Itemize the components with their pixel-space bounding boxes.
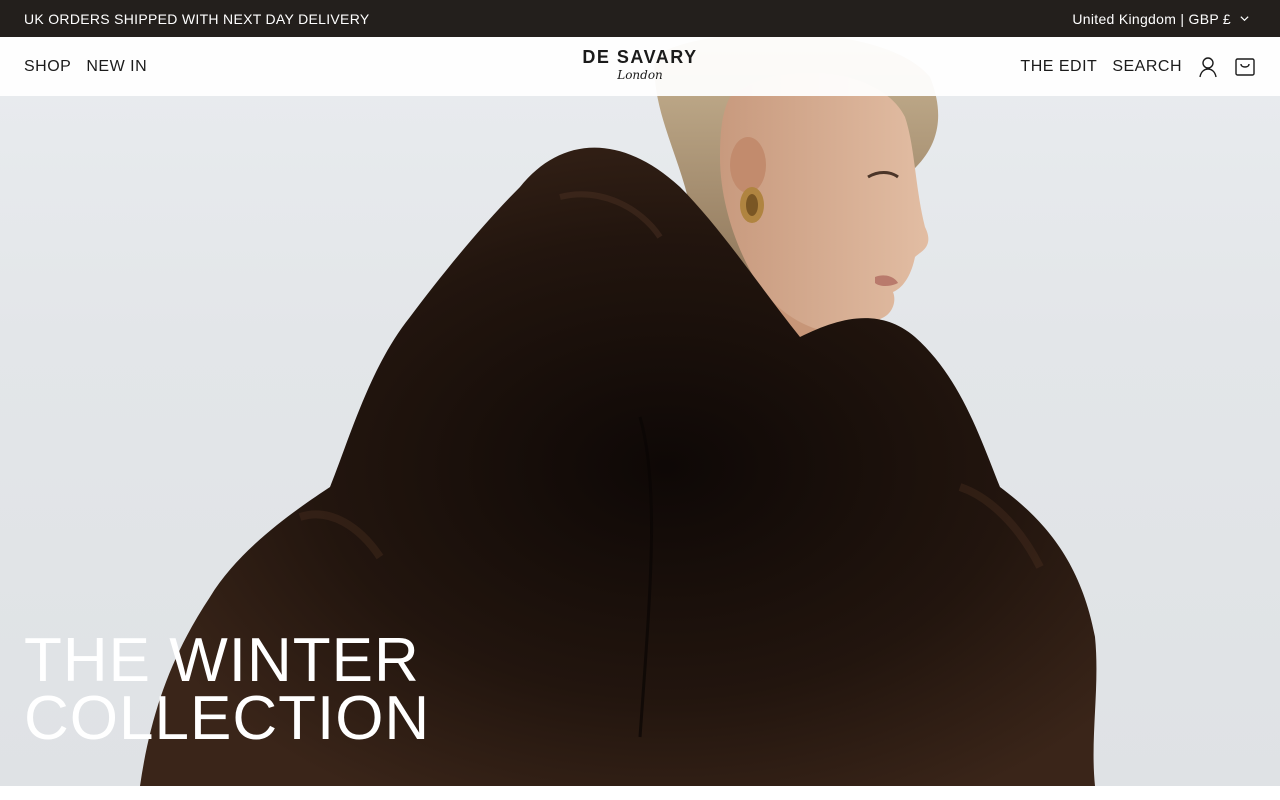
region-label: United Kingdom | GBP £ [1072, 10, 1231, 27]
brand-logo[interactable]: DE SAVARY London [582, 47, 697, 83]
secondary-nav: THE EDIT SEARCH [1020, 56, 1256, 78]
hero-headline-line1: THE WINTER [24, 626, 420, 695]
nav-search[interactable]: SEARCH [1112, 58, 1182, 76]
primary-nav: SHOP NEW IN [24, 58, 147, 76]
cart-icon [1235, 57, 1255, 76]
region-selector[interactable]: United Kingdom | GBP £ [1072, 11, 1256, 27]
hero-headline-line2: COLLECTION [24, 684, 431, 753]
account-icon [1199, 56, 1217, 77]
announcement-text: UK ORDERS SHIPPED WITH NEXT DAY DELIVERY [24, 10, 370, 27]
nav-new-in[interactable]: NEW IN [86, 58, 147, 76]
announcement-bar: UK ORDERS SHIPPED WITH NEXT DAY DELIVERY… [0, 0, 1280, 37]
nav-the-edit[interactable]: THE EDIT [1020, 58, 1097, 76]
account-button[interactable] [1197, 56, 1219, 78]
page-bottom-strip [0, 786, 1280, 800]
site-header: SHOP NEW IN DE SAVARY London THE EDIT SE… [0, 37, 1280, 96]
chevron-down-icon [1240, 16, 1249, 22]
logo-wordmark: DE SAVARY [582, 47, 698, 67]
logo-subline: London [617, 68, 663, 82]
nav-shop[interactable]: SHOP [24, 58, 71, 76]
cart-button[interactable] [1234, 56, 1256, 78]
hero-headline: THE WINTER COLLECTION [24, 626, 431, 753]
